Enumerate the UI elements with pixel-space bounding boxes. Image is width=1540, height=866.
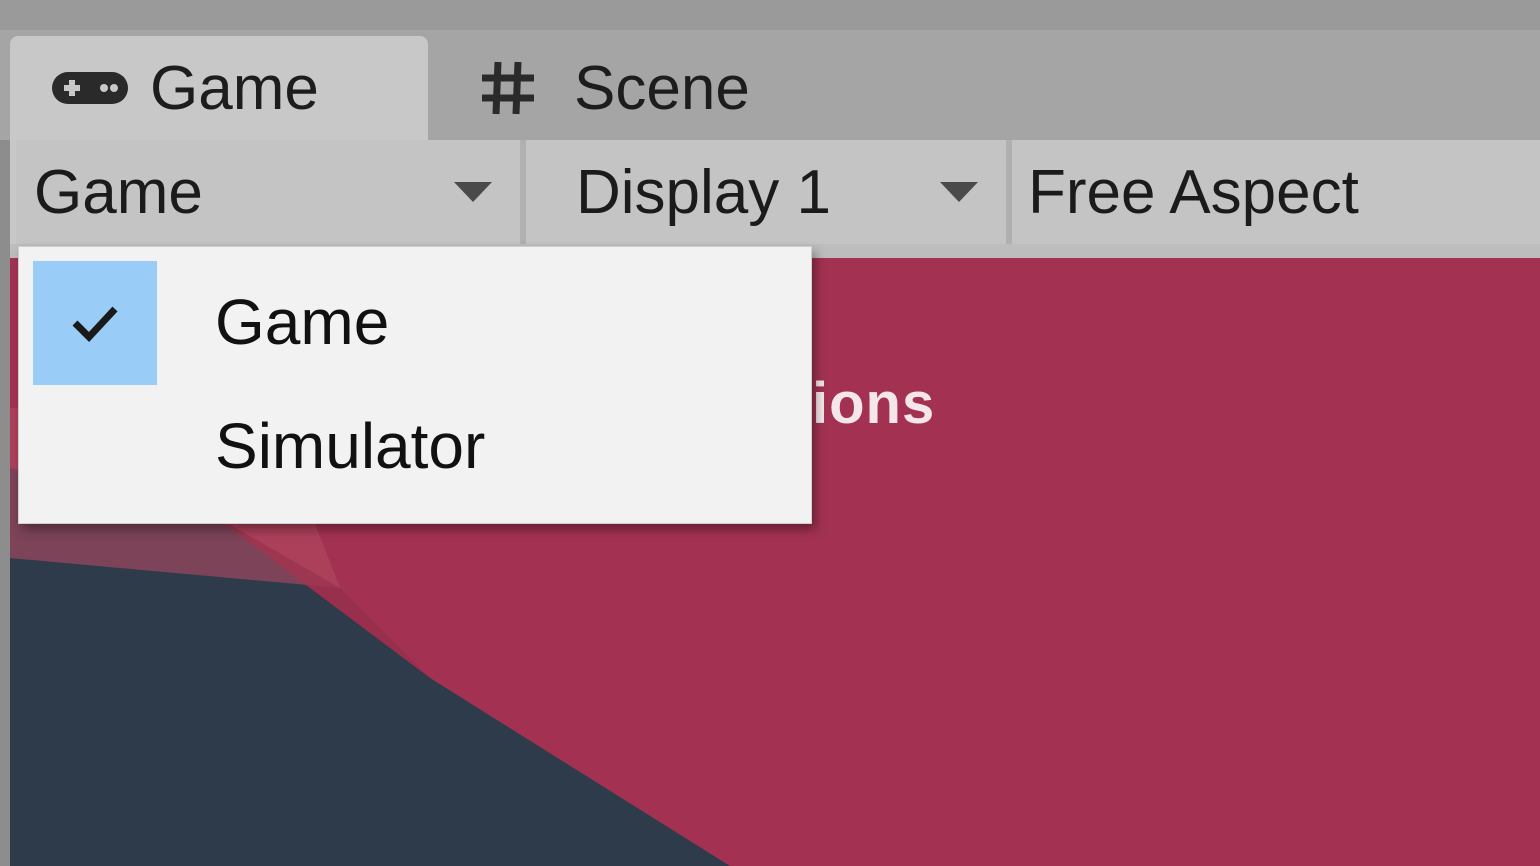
chevron-down-icon xyxy=(454,182,492,202)
title-strip xyxy=(0,0,1540,30)
view-mode-dropdown[interactable]: Game xyxy=(16,140,522,244)
grid-hash-icon xyxy=(478,58,538,118)
selection-highlight xyxy=(33,261,157,385)
display-dropdown[interactable]: Display 1 xyxy=(526,140,1010,244)
tab-scene-label: Scene xyxy=(574,53,750,123)
game-toolbar: Game Display 1 Free Aspect xyxy=(10,140,1540,256)
tab-game-label: Game xyxy=(150,53,319,123)
chevron-down-icon xyxy=(940,182,978,202)
tab-scene[interactable]: Scene xyxy=(440,36,940,140)
menu-item-label: Game xyxy=(215,286,390,358)
menu-item-game[interactable]: Game xyxy=(19,247,811,395)
tab-game[interactable]: Game xyxy=(10,36,428,140)
game-menu-text: ions xyxy=(812,371,936,436)
checkmark-icon xyxy=(72,306,118,343)
view-mode-menu: Game Simulator xyxy=(18,246,812,524)
display-value: Display 1 xyxy=(576,157,831,227)
gamepad-icon xyxy=(50,68,130,108)
menu-item-simulator[interactable]: Simulator xyxy=(19,397,811,521)
aspect-dropdown[interactable]: Free Aspect xyxy=(1012,140,1540,244)
view-mode-value: Game xyxy=(34,157,203,227)
aspect-value: Free Aspect xyxy=(1028,157,1359,227)
game-window: Game Scene Game Display 1 Free Aspect io… xyxy=(0,0,1540,866)
menu-item-label: Simulator xyxy=(215,410,486,482)
